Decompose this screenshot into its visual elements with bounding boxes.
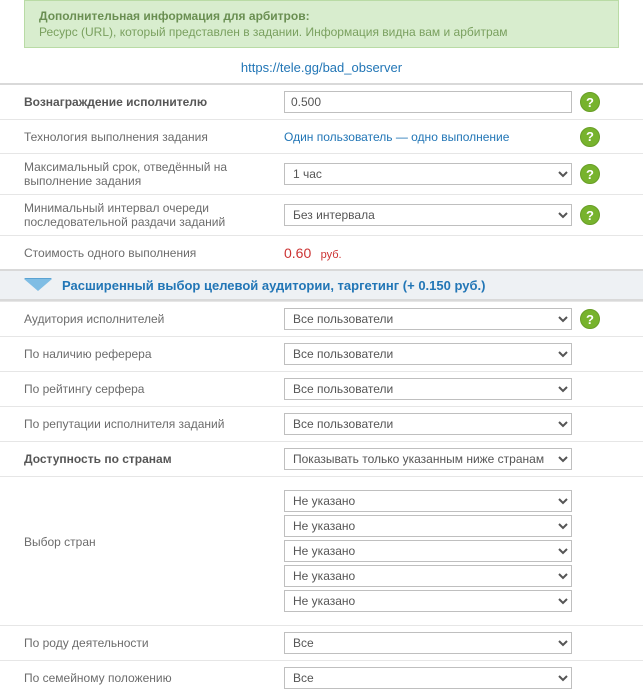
- select-referer[interactable]: Все пользователи: [284, 343, 572, 365]
- arbiter-info-text: Ресурс (URL), который представлен в зада…: [39, 25, 604, 39]
- select-mininterval[interactable]: Без интервала: [284, 204, 572, 226]
- row-marital: По семейному положению Все: [0, 660, 643, 695]
- select-country-3[interactable]: Не указано: [284, 565, 572, 587]
- row-maxtime: Максимальный срок, отведённый на выполне…: [0, 153, 643, 194]
- help-icon[interactable]: ?: [580, 309, 600, 329]
- label-rating: По рейтингу серфера: [24, 382, 284, 396]
- help-icon[interactable]: ?: [580, 205, 600, 225]
- help-icon[interactable]: ?: [580, 127, 600, 147]
- row-audience: Аудитория исполнителей Все пользователи …: [0, 301, 643, 336]
- input-reward[interactable]: [284, 91, 572, 113]
- value-tech: Один пользователь — одно выполнение: [284, 130, 509, 144]
- value-cost: 0.60: [284, 245, 311, 261]
- label-cost: Стоимость одного выполнения: [24, 246, 284, 260]
- select-country-4[interactable]: Не указано: [284, 590, 572, 612]
- select-country-1[interactable]: Не указано: [284, 515, 572, 537]
- label-occupation: По роду деятельности: [24, 636, 284, 650]
- select-countries-avail[interactable]: Показывать только указанным ниже странам: [284, 448, 572, 470]
- arbiter-info-box: Дополнительная информация для арбитров: …: [24, 0, 619, 48]
- select-reputation[interactable]: Все пользователи: [284, 413, 572, 435]
- label-reputation: По репутации исполнителя заданий: [24, 417, 284, 431]
- select-maxtime[interactable]: 1 час: [284, 163, 572, 185]
- row-country-pick: Выбор стран Не указано Не указано Не ука…: [0, 476, 643, 625]
- chevron-down-icon: [24, 279, 52, 291]
- row-cost: Стоимость одного выполнения 0.60 руб.: [0, 235, 643, 269]
- label-mininterval: Минимальный интервал очереди последовате…: [24, 201, 284, 229]
- select-country-0[interactable]: Не указано: [284, 490, 572, 512]
- resource-url-link[interactable]: https://tele.gg/bad_observer: [241, 60, 402, 75]
- label-countries-avail: Доступность по странам: [24, 452, 284, 466]
- row-reputation: По репутации исполнителя заданий Все пол…: [0, 406, 643, 441]
- label-audience: Аудитория исполнителей: [24, 312, 284, 326]
- select-audience[interactable]: Все пользователи: [284, 308, 572, 330]
- row-rating: По рейтингу серфера Все пользователи: [0, 371, 643, 406]
- row-reward: Вознаграждение исполнителю ?: [0, 83, 643, 119]
- unit-cost: руб.: [321, 249, 342, 261]
- help-icon[interactable]: ?: [580, 92, 600, 112]
- help-icon[interactable]: ?: [580, 164, 600, 184]
- row-mininterval: Минимальный интервал очереди последовате…: [0, 194, 643, 235]
- label-maxtime: Максимальный срок, отведённый на выполне…: [24, 160, 284, 188]
- row-tech: Технология выполнения задания Один польз…: [0, 119, 643, 153]
- targeting-header[interactable]: Расширенный выбор целевой аудитории, тар…: [0, 269, 643, 301]
- arbiter-info-title: Дополнительная информация для арбитров:: [39, 9, 604, 23]
- select-rating[interactable]: Все пользователи: [284, 378, 572, 400]
- select-occupation[interactable]: Все: [284, 632, 572, 654]
- label-referer: По наличию реферера: [24, 347, 284, 361]
- label-tech: Технология выполнения задания: [24, 130, 284, 144]
- select-country-2[interactable]: Не указано: [284, 540, 572, 562]
- resource-url-line: https://tele.gg/bad_observer: [0, 56, 643, 83]
- label-country-pick: Выбор стран: [24, 487, 284, 549]
- label-reward: Вознаграждение исполнителю: [24, 95, 284, 109]
- row-referer: По наличию реферера Все пользователи: [0, 336, 643, 371]
- row-occupation: По роду деятельности Все: [0, 625, 643, 660]
- targeting-title: Расширенный выбор целевой аудитории, тар…: [62, 278, 485, 293]
- select-marital[interactable]: Все: [284, 667, 572, 689]
- row-countries-avail: Доступность по странам Показывать только…: [0, 441, 643, 476]
- label-marital: По семейному положению: [24, 671, 284, 685]
